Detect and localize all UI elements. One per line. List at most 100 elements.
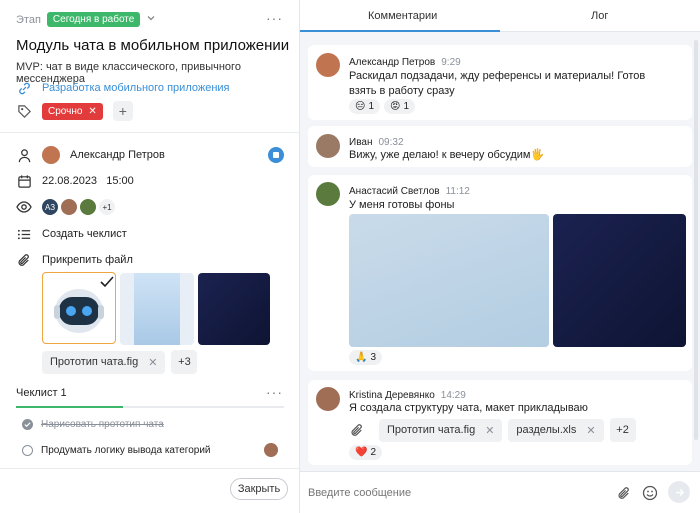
message-time: 9:29 (441, 57, 461, 68)
tag-label: Срочно (48, 105, 83, 117)
reaction[interactable]: ❤️ 2 (349, 445, 383, 460)
checklist-progress (16, 406, 284, 408)
attach-file-label: Прикрепить файл (42, 254, 133, 266)
author-name: Анастасий Светлов (349, 186, 440, 197)
project-link[interactable]: Разработка мобильного приложения (42, 82, 230, 94)
file-chip[interactable]: разделы.xls ✕ (508, 418, 604, 442)
reactions: 🙏 3 (349, 350, 383, 365)
more-options-icon[interactable]: ··· (266, 384, 283, 400)
message: Александр Петров 9:29 Раскидал подзадачи,… (308, 45, 692, 120)
message-time: 11:12 (445, 186, 470, 197)
close-icon[interactable]: ✕ (148, 356, 157, 369)
files-more-button[interactable]: +2 (609, 418, 636, 442)
reaction[interactable]: 😡 1 (384, 99, 415, 114)
avatar (316, 134, 340, 158)
tab-log[interactable]: Лог (591, 10, 608, 22)
attachment-thumbnail[interactable] (120, 273, 194, 345)
more-options-icon[interactable]: ··· (266, 10, 283, 26)
stage-row: Этап Сегодня в работе (16, 12, 156, 27)
image-attachment[interactable] (349, 214, 549, 347)
due-date[interactable]: 22.08.2023 15:00 (42, 175, 134, 187)
chevron-down-icon[interactable] (146, 13, 156, 26)
message-header: Александр Петров 9:29 (349, 54, 461, 68)
avatar (316, 53, 340, 77)
attachment-thumbnail[interactable] (198, 273, 270, 345)
reaction-count: 3 (370, 352, 377, 363)
tab-comments[interactable]: Комментарии (368, 10, 437, 22)
reaction[interactable]: 😑 1 (349, 99, 380, 114)
checklist-item-text: Нарисовать прототип чата (41, 419, 164, 430)
file-chip-label: разделы.xls (516, 424, 577, 436)
send-button[interactable] (668, 481, 690, 503)
file-chips: Прототип чата.fig ✕ +3 (42, 350, 198, 374)
tags-row: Срочно ✕ + (16, 101, 133, 121)
file-chip[interactable]: Прототип чата.fig ✕ (42, 350, 166, 374)
assignee-name: Александр Петров (70, 149, 165, 161)
watchers-row: АЗ +1 (16, 199, 115, 215)
close-button[interactable]: Закрыть (230, 478, 288, 500)
eye-icon (16, 199, 32, 215)
tag-urgent[interactable]: Срочно ✕ (42, 102, 103, 120)
close-icon[interactable]: ✕ (88, 106, 96, 117)
reaction-emoji: 😑 (355, 101, 366, 112)
checklist-item[interactable]: Нарисовать прототип чата (22, 419, 164, 430)
reaction[interactable]: 🙏 3 (349, 350, 383, 365)
message-text: Я создала структуру чата, макет приклады… (349, 402, 588, 414)
create-checklist-row[interactable]: Создать чеклист (16, 226, 127, 242)
reaction-emoji: 🙏 (355, 352, 368, 363)
message: Kristina Деревянко 14:29 Я создала структ… (308, 380, 692, 465)
add-tag-button[interactable]: + (112, 101, 133, 121)
watchers-more: +1 (99, 199, 115, 215)
file-chip[interactable]: Прототип чата.fig ✕ (379, 418, 503, 442)
list-icon (16, 226, 32, 242)
link-icon (16, 80, 32, 96)
close-icon[interactable]: ✕ (586, 424, 595, 437)
reactions: 😑 1 😡 1 (349, 99, 415, 114)
files-more-button[interactable]: +3 (171, 350, 198, 374)
reaction-emoji: 😡 (390, 101, 401, 112)
message-input-bar (300, 471, 700, 513)
message-time: 14:29 (440, 390, 466, 401)
checkbox-icon[interactable] (22, 445, 33, 456)
task-title: Модуль чата в мобильном приложении (16, 37, 290, 54)
attachment-thumbnail[interactable] (42, 272, 116, 344)
create-checklist-label: Создать чеклист (42, 228, 127, 240)
watcher-avatars[interactable]: АЗ +1 (42, 199, 115, 215)
author-name: Иван (349, 137, 373, 148)
task-card: Этап Сегодня в работе ··· Модуль чата в … (0, 0, 300, 513)
image-attachment[interactable] (553, 214, 686, 347)
file-chip-label: Прототип чата.fig (387, 424, 476, 436)
avatar (42, 146, 60, 164)
avatar (316, 387, 340, 411)
paperclip-icon (349, 422, 365, 438)
emoji-icon[interactable] (642, 485, 658, 501)
message-time: 09:32 (378, 137, 404, 148)
close-icon[interactable]: ✕ (485, 424, 494, 437)
paperclip-icon[interactable] (616, 485, 632, 501)
checklist-title: Чеклист 1 (16, 387, 67, 399)
active-tab-indicator (300, 30, 500, 32)
reaction-count: 1 (368, 101, 374, 112)
message-header: Kristina Деревянко 14:29 (349, 387, 466, 401)
checklist-item[interactable]: Продумать логику вывода категорий (22, 445, 211, 456)
scrollbar[interactable] (694, 40, 698, 440)
stage-badge[interactable]: Сегодня в работе (46, 12, 141, 27)
stop-icon[interactable] (268, 147, 284, 163)
message-text: Вижу, уже делаю! к вечеру обсудим🖐 (349, 149, 545, 161)
checklist-item-text: Продумать логику вывода категорий (41, 445, 211, 456)
avatar (61, 199, 77, 215)
tag-icon (16, 103, 32, 119)
message-files: Прототип чата.fig ✕ разделы.xls ✕ +2 (349, 418, 636, 442)
due-row: 22.08.2023 15:00 (16, 173, 134, 189)
attach-file-row[interactable]: Прикрепить файл (16, 252, 133, 268)
paperclip-icon (16, 252, 32, 268)
file-chip-label: Прототип чата.fig (50, 356, 139, 368)
message-input[interactable] (308, 484, 598, 502)
project-link-row: Разработка мобильного приложения (16, 80, 230, 96)
checkbox-checked-icon[interactable] (22, 419, 33, 430)
stage-label: Этап (16, 13, 41, 26)
message: Иван 09:32 Вижу, уже делаю! к вечеру обсу… (308, 126, 692, 167)
user-icon (16, 147, 32, 163)
avatar: АЗ (42, 199, 58, 215)
assignee-row: Александр Петров (16, 146, 165, 164)
